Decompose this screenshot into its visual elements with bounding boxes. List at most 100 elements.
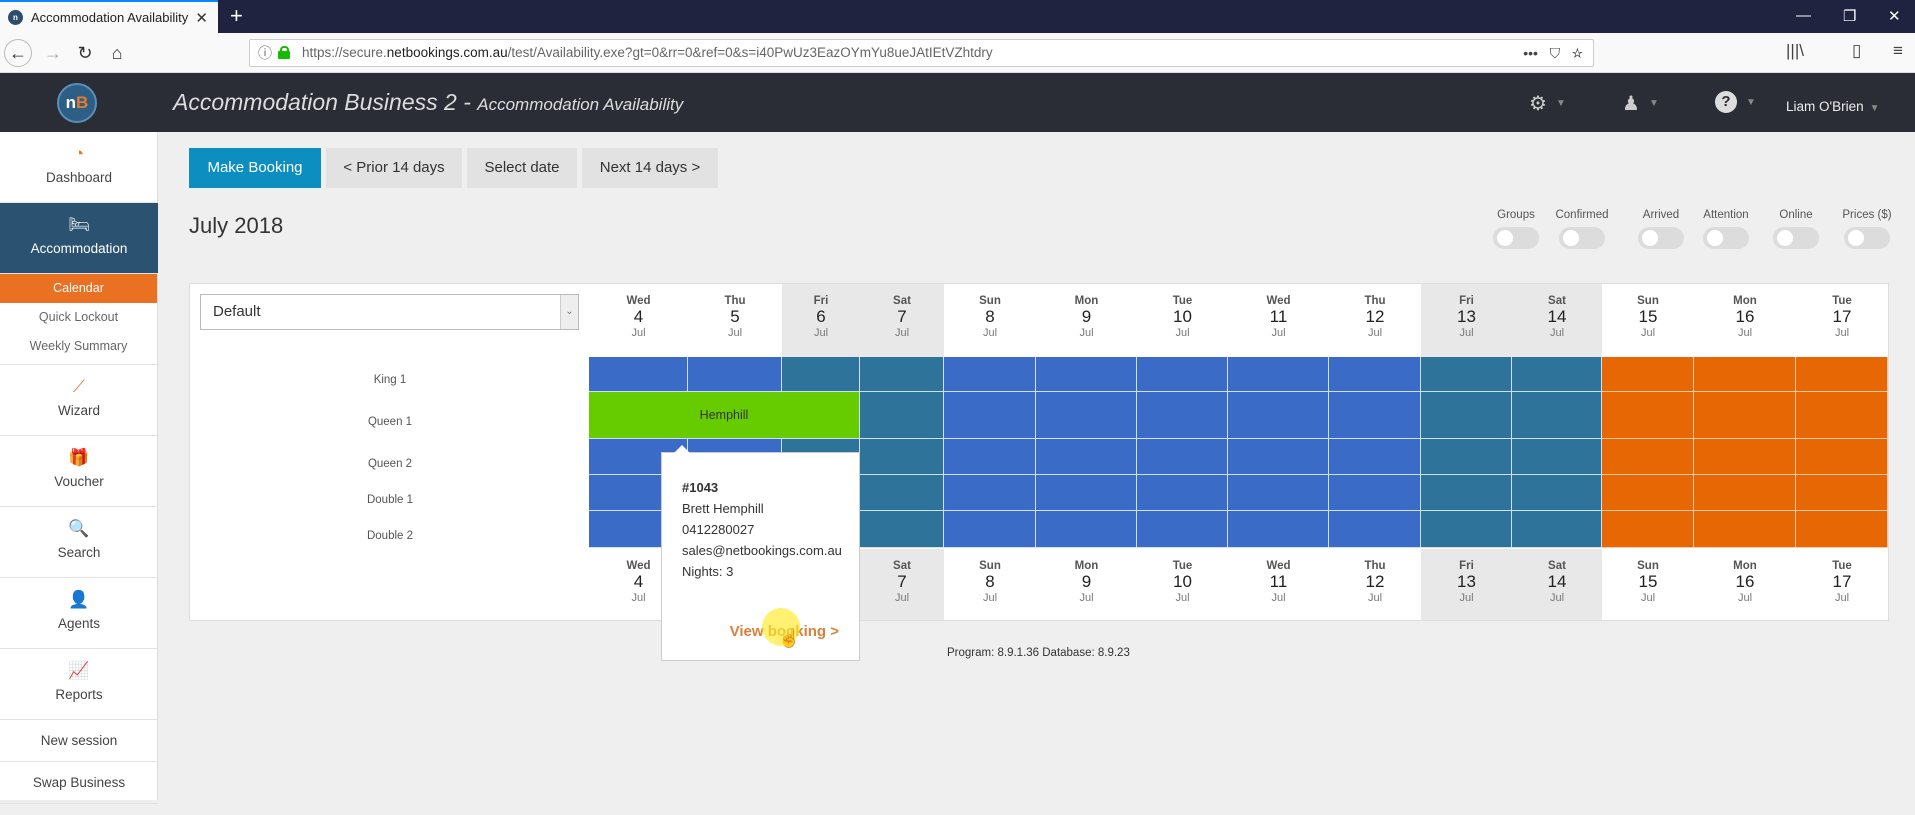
availability-cell[interactable]: [944, 357, 1036, 392]
next-14-days-button[interactable]: Next 14 days >: [582, 148, 718, 188]
day-header[interactable]: Wed 11 Jul: [1228, 284, 1329, 357]
forward-icon[interactable]: →: [40, 40, 66, 66]
availability-cell[interactable]: [1796, 392, 1888, 439]
availability-cell[interactable]: [944, 511, 1036, 548]
back-icon[interactable]: ←: [4, 39, 32, 67]
page-actions-icon[interactable]: •••: [1523, 45, 1538, 61]
day-header[interactable]: Mon 9 Jul: [1036, 284, 1137, 357]
availability-cell[interactable]: [1512, 511, 1602, 548]
settings-menu[interactable]: ⚙ ▼: [1529, 91, 1566, 116]
day-header[interactable]: Sun 15 Jul: [1602, 284, 1694, 357]
availability-cell[interactable]: [782, 357, 860, 392]
booking-bar[interactable]: Hemphill: [589, 392, 859, 439]
day-header[interactable]: Tue 10 Jul: [1137, 284, 1228, 357]
restore-icon[interactable]: ❐: [1843, 7, 1856, 25]
library-icon[interactable]: |||\: [1786, 41, 1804, 61]
availability-cell[interactable]: [860, 511, 944, 548]
day-header[interactable]: Fri 13 Jul: [1421, 549, 1512, 620]
availability-cell[interactable]: [1036, 439, 1137, 475]
day-header[interactable]: Sun 8 Jul: [944, 549, 1036, 620]
toggle-switch[interactable]: [1559, 227, 1605, 249]
availability-cell[interactable]: [1137, 511, 1228, 548]
toggle-arrived[interactable]: Arrived: [1631, 209, 1691, 249]
reload-icon[interactable]: ↻: [72, 40, 98, 66]
availability-cell[interactable]: [1694, 511, 1796, 548]
availability-cell[interactable]: [1602, 357, 1694, 392]
availability-cell[interactable]: [1036, 475, 1137, 511]
availability-cell[interactable]: [944, 392, 1036, 439]
minimize-icon[interactable]: —: [1796, 7, 1811, 24]
close-tab-icon[interactable]: ✕: [195, 9, 208, 27]
sidebar-item-reports[interactable]: 📈 Reports: [0, 649, 158, 720]
availability-cell[interactable]: [1036, 511, 1137, 548]
day-header[interactable]: Sun 15 Jul: [1602, 549, 1694, 620]
availability-cell[interactable]: [1421, 392, 1512, 439]
day-header[interactable]: Mon 16 Jul: [1694, 284, 1796, 357]
availability-cell[interactable]: [1329, 392, 1421, 439]
sidebar-item-search[interactable]: 🔍 Search: [0, 507, 158, 578]
availability-cell[interactable]: [1602, 511, 1694, 548]
availability-cell[interactable]: [1329, 357, 1421, 392]
sidebar-toggle-icon[interactable]: ▯: [1852, 41, 1861, 61]
sidebar-item-voucher[interactable]: 🎁 Voucher: [0, 436, 158, 507]
availability-cell[interactable]: [860, 475, 944, 511]
day-header[interactable]: Tue 17 Jul: [1796, 549, 1888, 620]
toggle-switch[interactable]: [1493, 227, 1539, 249]
day-header[interactable]: Fri 13 Jul: [1421, 284, 1512, 357]
menu-icon[interactable]: ≡: [1893, 41, 1903, 61]
availability-cell[interactable]: [1694, 475, 1796, 511]
day-header[interactable]: Sun 8 Jul: [944, 284, 1036, 357]
browser-tab[interactable]: n Accommodation Availability ✕: [0, 0, 218, 33]
day-header[interactable]: Thu 12 Jul: [1329, 549, 1421, 620]
availability-cell[interactable]: [1036, 357, 1137, 392]
availability-cell[interactable]: [1796, 357, 1888, 392]
availability-cell[interactable]: [860, 439, 944, 475]
toggle-confirmed[interactable]: Confirmed: [1552, 209, 1612, 249]
day-header[interactable]: Mon 9 Jul: [1036, 549, 1137, 620]
availability-cell[interactable]: [1512, 392, 1602, 439]
day-header[interactable]: Wed 11 Jul: [1228, 549, 1329, 620]
availability-cell[interactable]: [1421, 475, 1512, 511]
availability-cell[interactable]: [1228, 511, 1329, 548]
home-icon[interactable]: ⌂: [104, 40, 130, 66]
availability-cell[interactable]: [1796, 475, 1888, 511]
toggle-switch[interactable]: [1638, 227, 1684, 249]
day-header[interactable]: Fri6Jul: [782, 284, 860, 357]
toggle-attention[interactable]: Attention: [1696, 209, 1756, 249]
availability-cell[interactable]: [860, 357, 944, 392]
availability-cell[interactable]: [1602, 439, 1694, 475]
sidebar-swap-business[interactable]: Swap Business: [0, 762, 158, 804]
availability-cell[interactable]: [1421, 439, 1512, 475]
availability-cell[interactable]: [1228, 475, 1329, 511]
room-filter-select[interactable]: Default ⌄: [200, 294, 579, 330]
availability-cell[interactable]: [1228, 357, 1329, 392]
help-menu[interactable]: ? ▼: [1715, 91, 1756, 113]
make-booking-button[interactable]: Make Booking: [189, 148, 321, 188]
close-window-icon[interactable]: ✕: [1888, 7, 1901, 25]
toggle-switch[interactable]: [1773, 227, 1819, 249]
availability-cell[interactable]: [1228, 392, 1329, 439]
availability-cell[interactable]: [589, 357, 688, 392]
sidebar-subitem-quick-lockout[interactable]: Quick Lockout: [0, 303, 157, 332]
availability-cell[interactable]: [860, 392, 944, 439]
availability-cell[interactable]: [1036, 392, 1137, 439]
availability-cell[interactable]: [1694, 392, 1796, 439]
availability-cell[interactable]: [1796, 511, 1888, 548]
availability-cell[interactable]: [1694, 439, 1796, 475]
sidebar-item-accommodation[interactable]: 🛏 Accommodation: [0, 203, 158, 274]
availability-cell[interactable]: [1796, 439, 1888, 475]
toggle-prices[interactable]: Prices ($): [1837, 209, 1897, 249]
day-header[interactable]: Sat 14 Jul: [1512, 284, 1602, 357]
availability-cell[interactable]: [1421, 511, 1512, 548]
day-header[interactable]: Tue 10 Jul: [1137, 549, 1228, 620]
day-header[interactable]: Sat 7 Jul: [860, 284, 944, 357]
sidebar-item-dashboard[interactable]: ◔ Dashboard: [0, 132, 158, 203]
site-info-icon[interactable]: ⓘ: [258, 40, 272, 66]
availability-cell[interactable]: [1137, 475, 1228, 511]
day-header[interactable]: Thu 12 Jul: [1329, 284, 1421, 357]
availability-cell[interactable]: [1512, 475, 1602, 511]
sidebar-new-session[interactable]: New session: [0, 720, 158, 762]
availability-cell[interactable]: [1137, 392, 1228, 439]
availability-cell[interactable]: [1512, 357, 1602, 392]
user-menu[interactable]: Liam O'Brien ▼: [1786, 99, 1880, 114]
